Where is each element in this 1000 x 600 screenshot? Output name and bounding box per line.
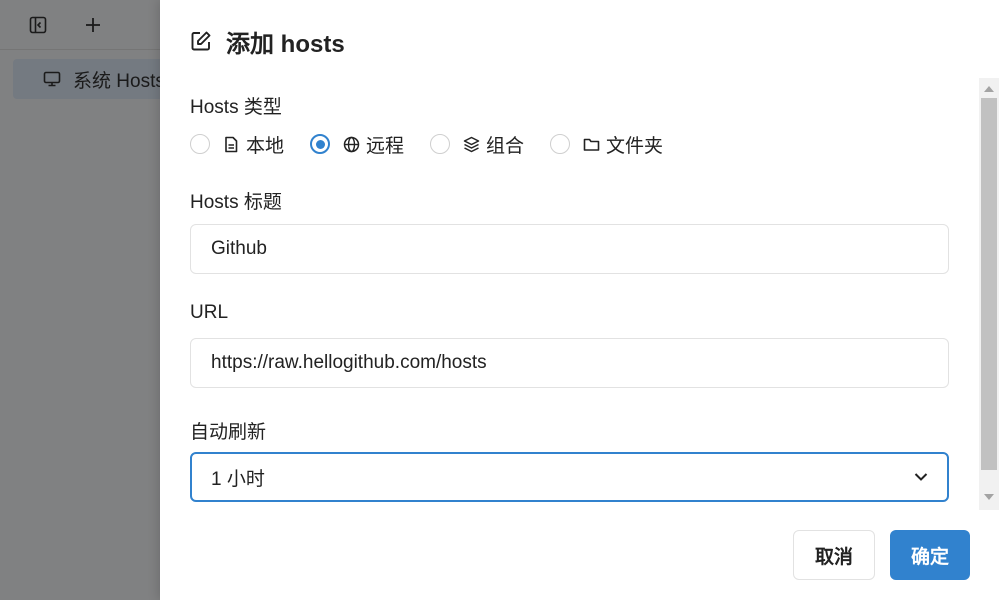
url-label: URL <box>190 302 229 323</box>
radio-group[interactable] <box>430 134 451 154</box>
radio-remote[interactable] <box>310 134 331 154</box>
hosts-title-label: Hosts 标题 <box>190 192 282 213</box>
radio-option-local[interactable]: 本地 <box>190 131 284 158</box>
chevron-down-icon <box>914 473 928 481</box>
form-scrollbar[interactable] <box>979 78 999 510</box>
auto-refresh-label: 自动刷新 <box>190 422 267 443</box>
radio-option-group[interactable]: 组合 <box>430 131 524 158</box>
edit-icon <box>191 31 211 51</box>
scrollbar-thumb[interactable] <box>981 98 997 470</box>
radio-option-folder[interactable]: 文件夹 <box>550 131 663 158</box>
hosts-type-label: Hosts 类型 <box>190 97 282 118</box>
form-body: Hosts 类型 本地 远程 组合 文件夹 Hosts 标题 Github UR… <box>160 78 1000 510</box>
auto-refresh-value: 1 小时 <box>211 468 265 490</box>
add-hosts-drawer: 添加 hosts Hosts 类型 本地 远程 组合 文件夹 Hosts 标题 … <box>160 0 1000 600</box>
drawer-header: 添加 hosts <box>190 24 345 58</box>
url-input[interactable]: https://raw.hellogithub.com/hosts <box>190 338 949 388</box>
radio-option-remote[interactable]: 远程 <box>310 131 404 158</box>
radio-label-local: 本地 <box>246 135 285 157</box>
file-icon <box>222 135 240 153</box>
hosts-type-radio-group: 本地 远程 组合 文件夹 <box>190 131 689 158</box>
dialog-title: 添加 hosts <box>226 30 345 58</box>
radio-label-folder: 文件夹 <box>606 135 664 157</box>
layers-icon <box>462 135 480 153</box>
ok-button[interactable]: 确定 <box>890 530 970 580</box>
radio-label-remote: 远程 <box>366 135 405 157</box>
folder-icon <box>582 135 600 153</box>
scroll-down-arrow[interactable] <box>984 494 994 500</box>
hosts-title-input[interactable]: Github <box>190 224 949 274</box>
scroll-up-arrow[interactable] <box>984 86 994 92</box>
radio-local[interactable] <box>190 134 210 154</box>
radio-folder[interactable] <box>550 134 571 154</box>
auto-refresh-select[interactable]: 1 小时 <box>190 452 949 502</box>
globe-icon <box>342 135 360 153</box>
radio-label-group: 组合 <box>486 135 525 157</box>
cancel-button[interactable]: 取消 <box>793 530 875 580</box>
